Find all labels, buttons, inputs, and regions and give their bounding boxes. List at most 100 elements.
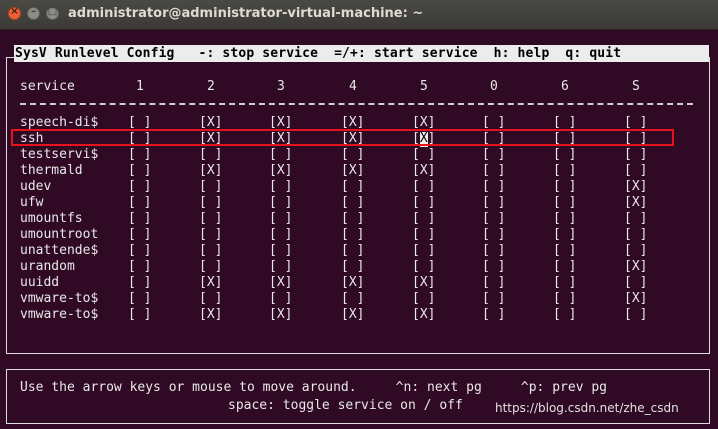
- runlevel-toggle[interactable]: [X]: [412, 163, 435, 179]
- runlevel-toggle[interactable]: [ ]: [412, 211, 435, 227]
- watermark-url: https://blog.csdn.net/zhe_csdn: [495, 401, 679, 415]
- toggle-state: X: [419, 115, 428, 130]
- runlevel-toggle[interactable]: [ ]: [128, 227, 151, 243]
- runlevel-toggle[interactable]: [ ]: [624, 227, 647, 243]
- toggle-state: [490, 275, 498, 290]
- runlevel-toggle[interactable]: [ ]: [128, 211, 151, 227]
- runlevel-toggle[interactable]: [ ]: [482, 243, 505, 259]
- runlevel-toggle[interactable]: [ ]: [128, 243, 151, 259]
- runlevel-toggle[interactable]: [ ]: [553, 195, 576, 211]
- runlevel-toggle[interactable]: [ ]: [128, 291, 151, 307]
- runlevel-toggle[interactable]: [ ]: [269, 147, 292, 163]
- runlevel-toggle[interactable]: [ ]: [128, 147, 151, 163]
- maximize-window-button[interactable]: □: [46, 6, 59, 20]
- runlevel-toggle[interactable]: [ ]: [269, 291, 292, 307]
- runlevel-toggle[interactable]: [ ]: [269, 195, 292, 211]
- runlevel-toggle[interactable]: [X]: [269, 275, 292, 291]
- runlevel-toggle[interactable]: [ ]: [553, 211, 576, 227]
- runlevel-toggle[interactable]: [ ]: [128, 275, 151, 291]
- runlevel-toggle[interactable]: [ ]: [553, 243, 576, 259]
- runlevel-toggle[interactable]: [ ]: [553, 291, 576, 307]
- runlevel-toggle[interactable]: [ ]: [341, 211, 364, 227]
- runlevel-toggle[interactable]: [ ]: [269, 259, 292, 275]
- runlevel-toggle[interactable]: [ ]: [412, 259, 435, 275]
- runlevel-toggle[interactable]: [ ]: [412, 147, 435, 163]
- runlevel-toggle[interactable]: [X]: [199, 163, 222, 179]
- runlevel-toggle[interactable]: [ ]: [553, 147, 576, 163]
- maximize-icon: □: [47, 6, 58, 17]
- runlevel-toggle[interactable]: [ ]: [341, 243, 364, 259]
- runlevel-toggle[interactable]: [X]: [199, 307, 222, 323]
- runlevel-toggle[interactable]: [ ]: [482, 211, 505, 227]
- runlevel-toggle[interactable]: [ ]: [624, 307, 647, 323]
- runlevel-toggle[interactable]: [ ]: [482, 179, 505, 195]
- runlevel-toggle[interactable]: [X]: [199, 275, 222, 291]
- runlevel-toggle[interactable]: [ ]: [341, 195, 364, 211]
- runlevel-toggle[interactable]: [X]: [341, 163, 364, 179]
- runlevel-toggle[interactable]: [ ]: [199, 259, 222, 275]
- runlevel-toggle[interactable]: [ ]: [128, 307, 151, 323]
- runlevel-toggle[interactable]: [ ]: [624, 275, 647, 291]
- runlevel-toggle[interactable]: [ ]: [341, 291, 364, 307]
- runlevel-toggle[interactable]: [ ]: [553, 227, 576, 243]
- toggle-state: [136, 163, 144, 178]
- runlevel-toggle[interactable]: [ ]: [341, 259, 364, 275]
- close-window-button[interactable]: ×: [8, 6, 21, 20]
- runlevel-toggle[interactable]: [ ]: [412, 243, 435, 259]
- runlevel-toggle[interactable]: [ ]: [269, 227, 292, 243]
- runlevel-toggle[interactable]: [ ]: [482, 195, 505, 211]
- runlevel-toggle[interactable]: [X]: [341, 307, 364, 323]
- runlevel-toggle[interactable]: [X]: [624, 291, 647, 307]
- runlevel-toggle[interactable]: [ ]: [482, 307, 505, 323]
- runlevel-toggle[interactable]: [ ]: [482, 275, 505, 291]
- runlevel-toggle[interactable]: [ ]: [269, 179, 292, 195]
- runlevel-toggle[interactable]: [ ]: [199, 211, 222, 227]
- runlevel-toggle[interactable]: [X]: [624, 179, 647, 195]
- runlevel-toggle[interactable]: [ ]: [128, 163, 151, 179]
- runlevel-toggle[interactable]: [ ]: [412, 291, 435, 307]
- runlevel-toggle[interactable]: [ ]: [128, 259, 151, 275]
- runlevel-toggle[interactable]: [ ]: [199, 147, 222, 163]
- toggle-state: [207, 227, 215, 242]
- runlevel-toggle[interactable]: [ ]: [482, 163, 505, 179]
- runlevel-toggle[interactable]: [ ]: [482, 227, 505, 243]
- runlevel-toggle[interactable]: [X]: [341, 275, 364, 291]
- runlevel-toggle[interactable]: [ ]: [412, 195, 435, 211]
- runlevel-toggle[interactable]: [ ]: [624, 147, 647, 163]
- runlevel-toggle[interactable]: [X]: [624, 259, 647, 275]
- runlevel-toggle[interactable]: [ ]: [199, 291, 222, 307]
- toggle-state: [420, 195, 428, 210]
- runlevel-toggle[interactable]: [ ]: [553, 179, 576, 195]
- runlevel-toggle[interactable]: [ ]: [269, 243, 292, 259]
- runlevel-toggle[interactable]: [ ]: [624, 211, 647, 227]
- runlevel-toggle[interactable]: [ ]: [199, 195, 222, 211]
- runlevel-toggle[interactable]: [X]: [412, 275, 435, 291]
- runlevel-toggle[interactable]: [ ]: [199, 179, 222, 195]
- runlevel-toggle[interactable]: [ ]: [128, 179, 151, 195]
- runlevel-toggle[interactable]: [ ]: [624, 163, 647, 179]
- runlevel-toggle[interactable]: [X]: [269, 307, 292, 323]
- runlevel-toggle[interactable]: [ ]: [482, 291, 505, 307]
- runlevel-toggle[interactable]: [ ]: [269, 211, 292, 227]
- runlevel-toggle[interactable]: [ ]: [482, 259, 505, 275]
- runlevel-toggle[interactable]: [ ]: [553, 275, 576, 291]
- runlevel-toggle[interactable]: [ ]: [341, 227, 364, 243]
- runlevel-toggle[interactable]: [ ]: [412, 227, 435, 243]
- window-titlebar[interactable]: × – □ administrator@administrator-virtua…: [0, 0, 718, 30]
- toggle-state: [561, 179, 569, 194]
- runlevel-toggle[interactable]: [ ]: [199, 227, 222, 243]
- runlevel-toggle[interactable]: [ ]: [482, 147, 505, 163]
- runlevel-toggle[interactable]: [X]: [624, 195, 647, 211]
- runlevel-toggle[interactable]: [ ]: [553, 307, 576, 323]
- runlevel-toggle[interactable]: [ ]: [341, 179, 364, 195]
- runlevel-toggle[interactable]: [ ]: [199, 243, 222, 259]
- runlevel-toggle[interactable]: [X]: [412, 307, 435, 323]
- runlevel-toggle[interactable]: [ ]: [553, 259, 576, 275]
- runlevel-toggle[interactable]: [ ]: [341, 147, 364, 163]
- runlevel-toggle[interactable]: [ ]: [553, 163, 576, 179]
- minimize-window-button[interactable]: –: [27, 6, 40, 20]
- runlevel-toggle[interactable]: [ ]: [128, 195, 151, 211]
- runlevel-toggle[interactable]: [X]: [269, 163, 292, 179]
- runlevel-toggle[interactable]: [ ]: [412, 179, 435, 195]
- runlevel-toggle[interactable]: [ ]: [624, 243, 647, 259]
